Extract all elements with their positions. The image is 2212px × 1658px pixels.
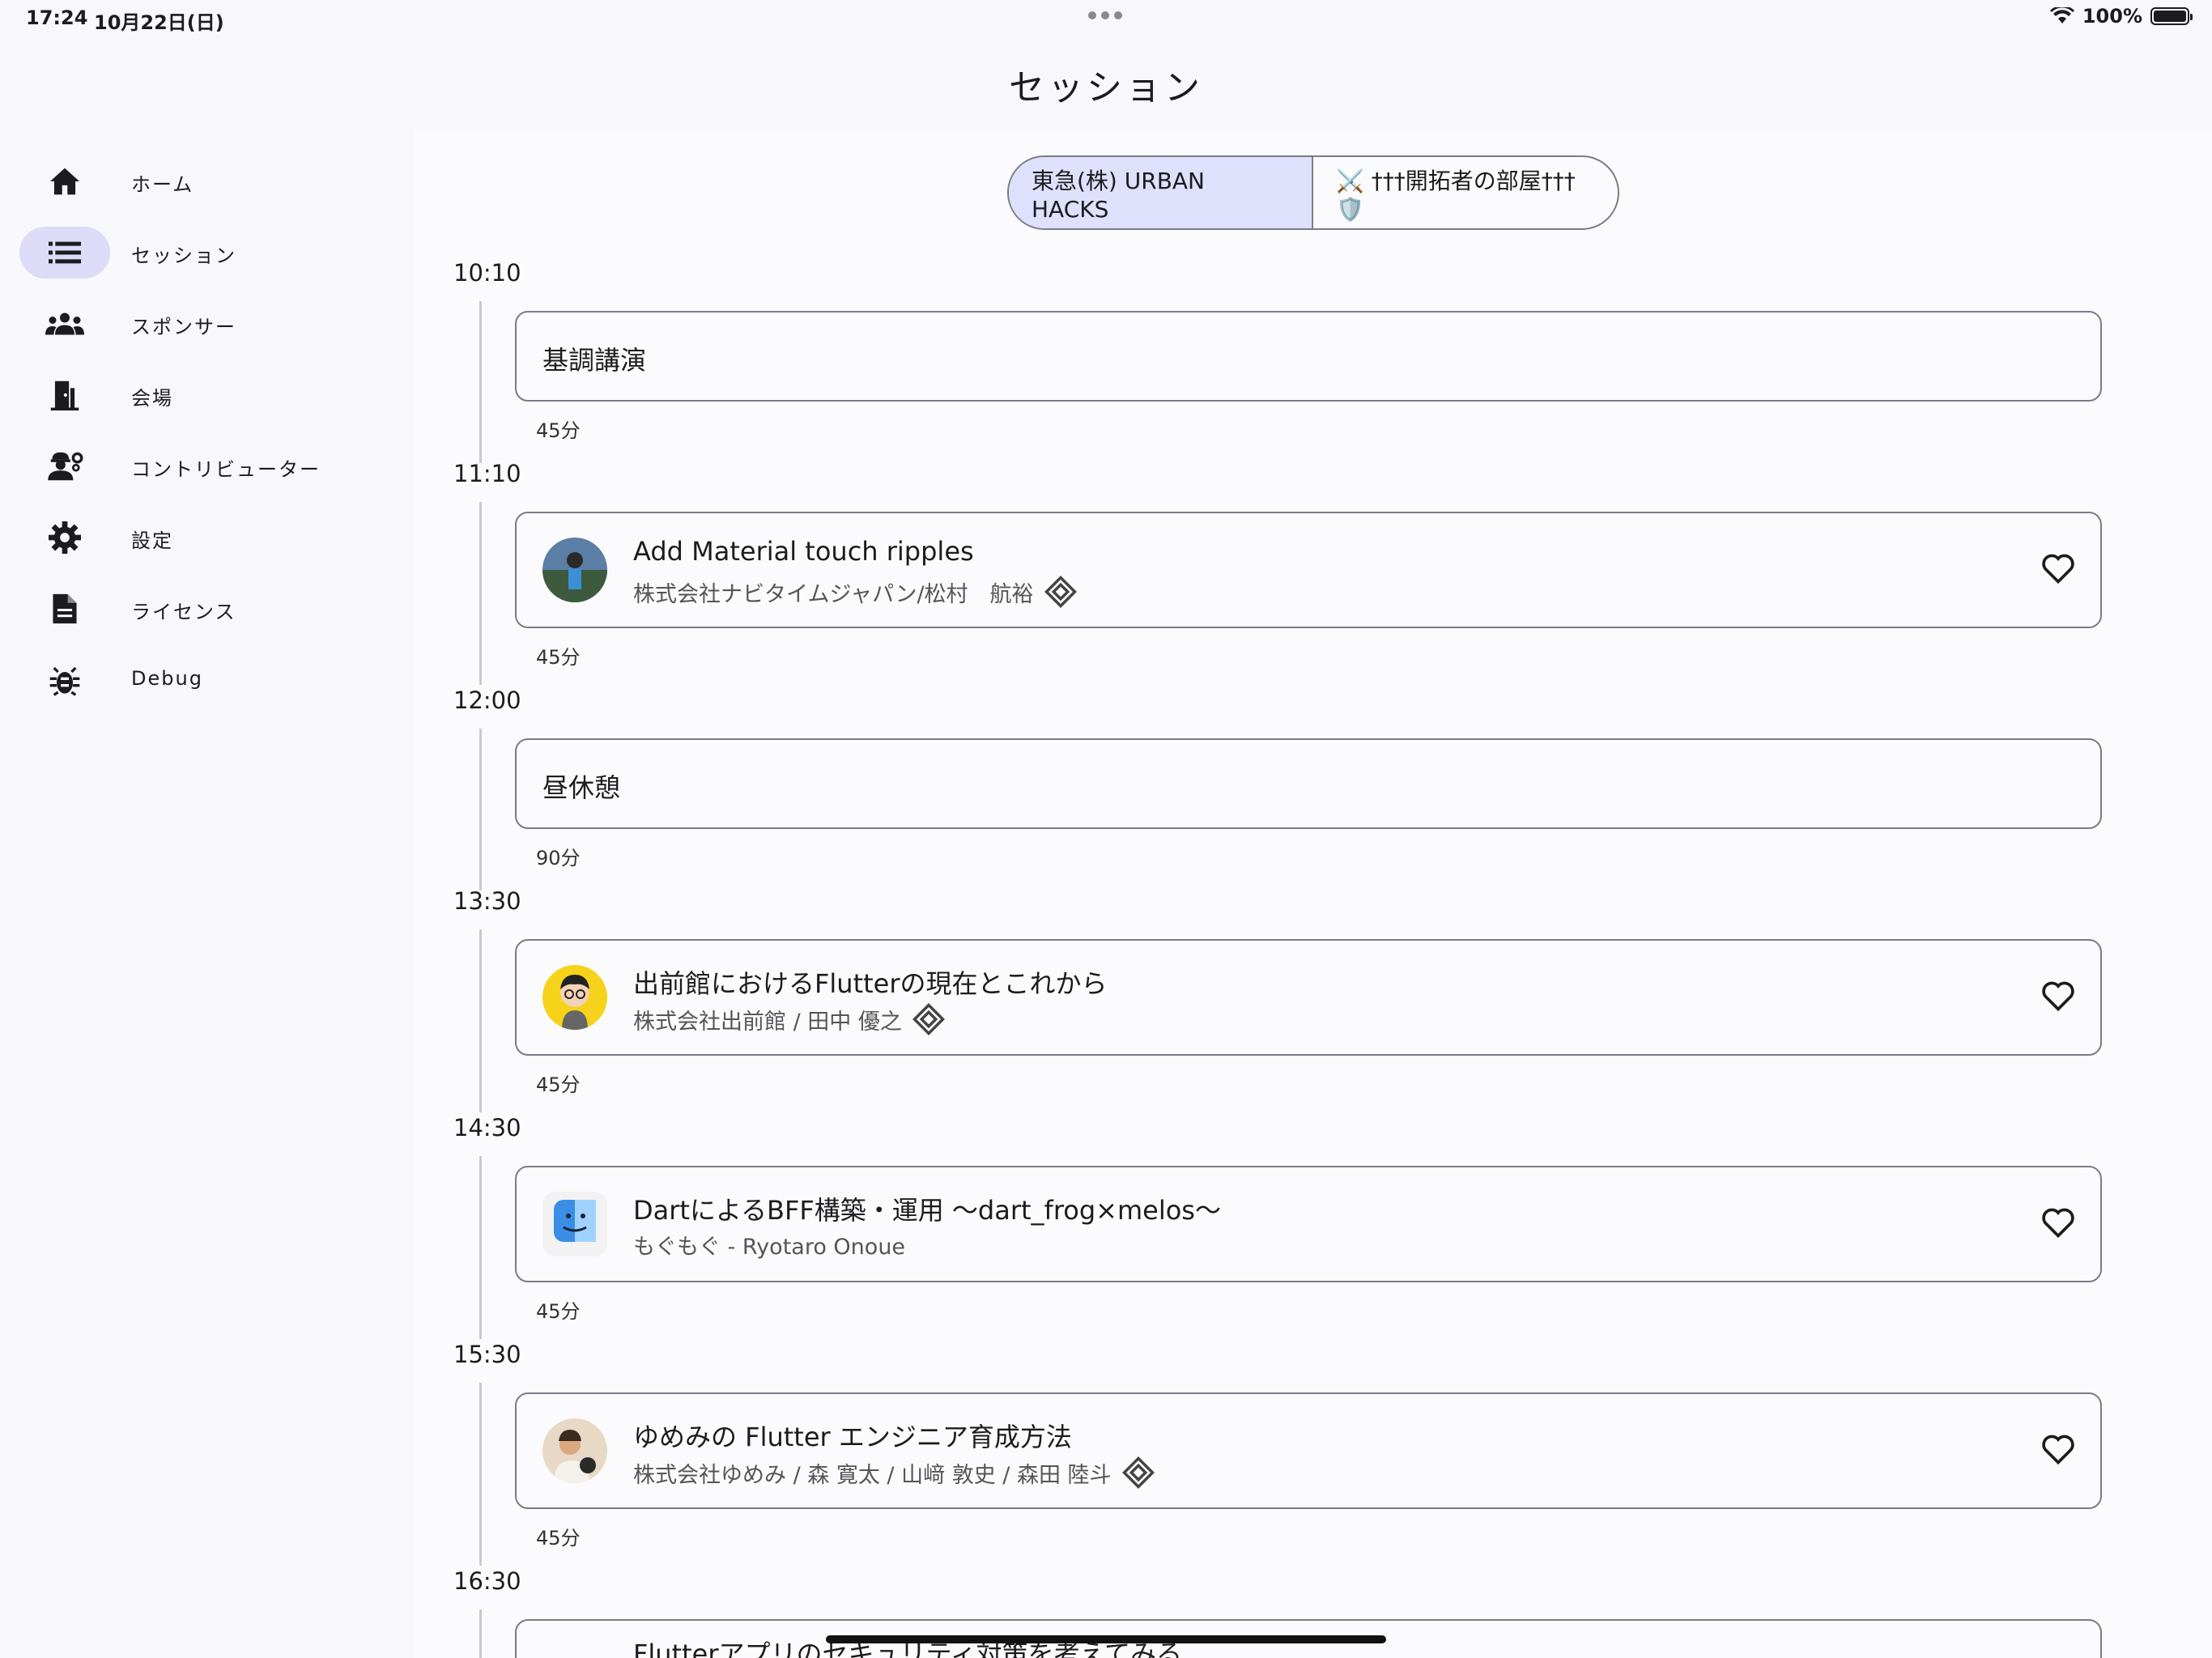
slot-time: 12:00 <box>453 687 521 714</box>
nav-label: スポンサー <box>131 316 236 338</box>
wifi-icon <box>2049 7 2074 23</box>
session-card[interactable]: DartによるBFF構築・運用 〜dart_frog×melos〜 もぐもぐ -… <box>515 1166 2102 1282</box>
nav-item-settings[interactable]: 設定 <box>19 499 408 570</box>
timeline-line <box>479 1383 482 1566</box>
handshake-icon <box>1121 1456 1155 1489</box>
speaker-avatar <box>542 1192 607 1256</box>
speaker-avatar <box>542 1418 607 1483</box>
gear-icon <box>45 521 84 554</box>
status-date: 10月22日(日) <box>94 11 224 34</box>
slot-time: 10:10 <box>453 259 521 287</box>
nav-label: ライセンス <box>131 601 236 623</box>
session-title: ゆめみの Flutter エンジニア育成方法 <box>633 1422 1072 1452</box>
speaker-row: 株式会社ナビタイムジャパン/松村 航裕 <box>633 575 1078 609</box>
timeline-line <box>479 929 482 1112</box>
nav-label: ホーム <box>131 173 194 196</box>
session-duration: 90分 <box>536 847 581 869</box>
list-icon <box>45 236 84 269</box>
favorite-heart-icon[interactable] <box>2040 1205 2076 1240</box>
session-card[interactable]: 基調講演 <box>515 311 2102 402</box>
room-tab-pioneers[interactable]: ⚔️ †††開拓者の部屋†††🛡️ <box>1313 157 1618 228</box>
speaker-row: 株式会社ゆめみ / 森 寛太 / 山﨑 敦史 / 森田 陸斗 <box>633 1456 1155 1490</box>
timeline-line <box>479 729 482 891</box>
session-speaker: 株式会社出前館 / 田中 優之 <box>633 1009 902 1035</box>
status-bar: 17:24 10月22日(日) 100% <box>0 0 2212 39</box>
handshake-icon <box>912 1003 945 1035</box>
home-indicator[interactable] <box>826 1635 1386 1643</box>
battery-icon <box>2150 7 2193 25</box>
nav-item-contributors[interactable]: コントリビューター <box>19 427 408 499</box>
session-speaker: もぐもぐ - Ryotaro Onoue <box>633 1235 906 1260</box>
slot-time: 15:30 <box>453 1341 521 1368</box>
speaker-avatar <box>542 538 607 602</box>
session-title: 出前館におけるFlutterの現在とこれから <box>633 968 1108 999</box>
session-card[interactable]: Add Material touch ripples 株式会社ナビタイムジャパン… <box>515 512 2102 628</box>
session-title: DartによるBFF構築・運用 〜dart_frog×melos〜 <box>633 1195 1221 1226</box>
status-right: 100% <box>2049 5 2193 28</box>
session-duration: 45分 <box>536 1300 581 1323</box>
navigation-rail: ホーム セッション スポンサー 会場 コントリビューター 設定 ライセンス De… <box>19 142 408 712</box>
session-card[interactable]: 昼休憩 <box>515 738 2102 829</box>
timeline-line <box>479 502 482 685</box>
page-title: セッション <box>1009 67 1203 108</box>
favorite-heart-icon[interactable] <box>2040 1431 2076 1467</box>
session-title: Add Material touch ripples <box>633 536 974 567</box>
session-card[interactable]: ゆめみの Flutter エンジニア育成方法 株式会社ゆめみ / 森 寛太 / … <box>515 1392 2102 1509</box>
handshake-icon <box>1044 576 1077 608</box>
session-title: 昼休憩 <box>542 772 621 803</box>
engineering-icon <box>45 450 84 483</box>
nav-item-venue[interactable]: 会場 <box>19 356 408 427</box>
session-duration: 45分 <box>536 646 581 669</box>
session-duration: 45分 <box>536 1073 581 1096</box>
speaker-row: もぐもぐ - Ryotaro Onoue <box>633 1229 905 1261</box>
nav-label: セッション <box>131 244 236 267</box>
session-card[interactable]: 出前館におけるFlutterの現在とこれから 株式会社出前館 / 田中 優之 <box>515 939 2102 1056</box>
multitasking-dots-icon[interactable] <box>1088 11 1122 19</box>
home-icon <box>45 165 84 198</box>
groups-icon <box>45 308 84 340</box>
timeline-line <box>479 1156 482 1339</box>
session-duration: 45分 <box>536 1527 581 1550</box>
battery-percent: 100% <box>2082 5 2142 28</box>
bug-icon <box>45 664 84 696</box>
slot-time: 11:10 <box>453 460 521 487</box>
speaker-avatar <box>542 965 607 1030</box>
slot-time: 14:30 <box>453 1114 521 1141</box>
session-speaker: 株式会社ゆめみ / 森 寛太 / 山﨑 敦史 / 森田 陸斗 <box>633 1462 1112 1488</box>
room-selector: 東急(株) URBAN HACKS ⚔️ †††開拓者の部屋†††🛡️ <box>1007 155 1619 230</box>
nav-label: コントリビューター <box>131 458 321 481</box>
favorite-heart-icon[interactable] <box>2040 978 2076 1014</box>
nav-item-debug[interactable]: Debug <box>19 641 408 712</box>
slot-time: 16:30 <box>453 1567 521 1595</box>
speaker-row: 株式会社出前館 / 田中 優之 <box>633 1002 946 1036</box>
session-title: 基調講演 <box>542 345 647 376</box>
session-duration: 45分 <box>536 419 581 442</box>
favorite-heart-icon[interactable] <box>2040 551 2076 586</box>
nav-label: 設定 <box>131 529 173 552</box>
status-time: 17:24 <box>26 6 88 29</box>
nav-label: Debug <box>131 667 203 690</box>
timeline-line <box>479 1609 482 1658</box>
slot-time: 13:30 <box>453 887 521 915</box>
nav-item-home[interactable]: ホーム <box>19 142 408 214</box>
nav-item-sessions[interactable]: セッション <box>19 214 408 285</box>
timeline-line <box>479 301 482 463</box>
document-icon <box>45 593 84 625</box>
room-tab-urban-hacks[interactable]: 東急(株) URBAN HACKS <box>1009 157 1313 228</box>
nav-item-licenses[interactable]: ライセンス <box>19 570 408 641</box>
nav-item-sponsors[interactable]: スポンサー <box>19 285 408 356</box>
door-icon <box>45 379 84 411</box>
session-speaker: 株式会社ナビタイムジャパン/松村 航裕 <box>633 581 1034 607</box>
nav-label: 会場 <box>131 387 173 410</box>
